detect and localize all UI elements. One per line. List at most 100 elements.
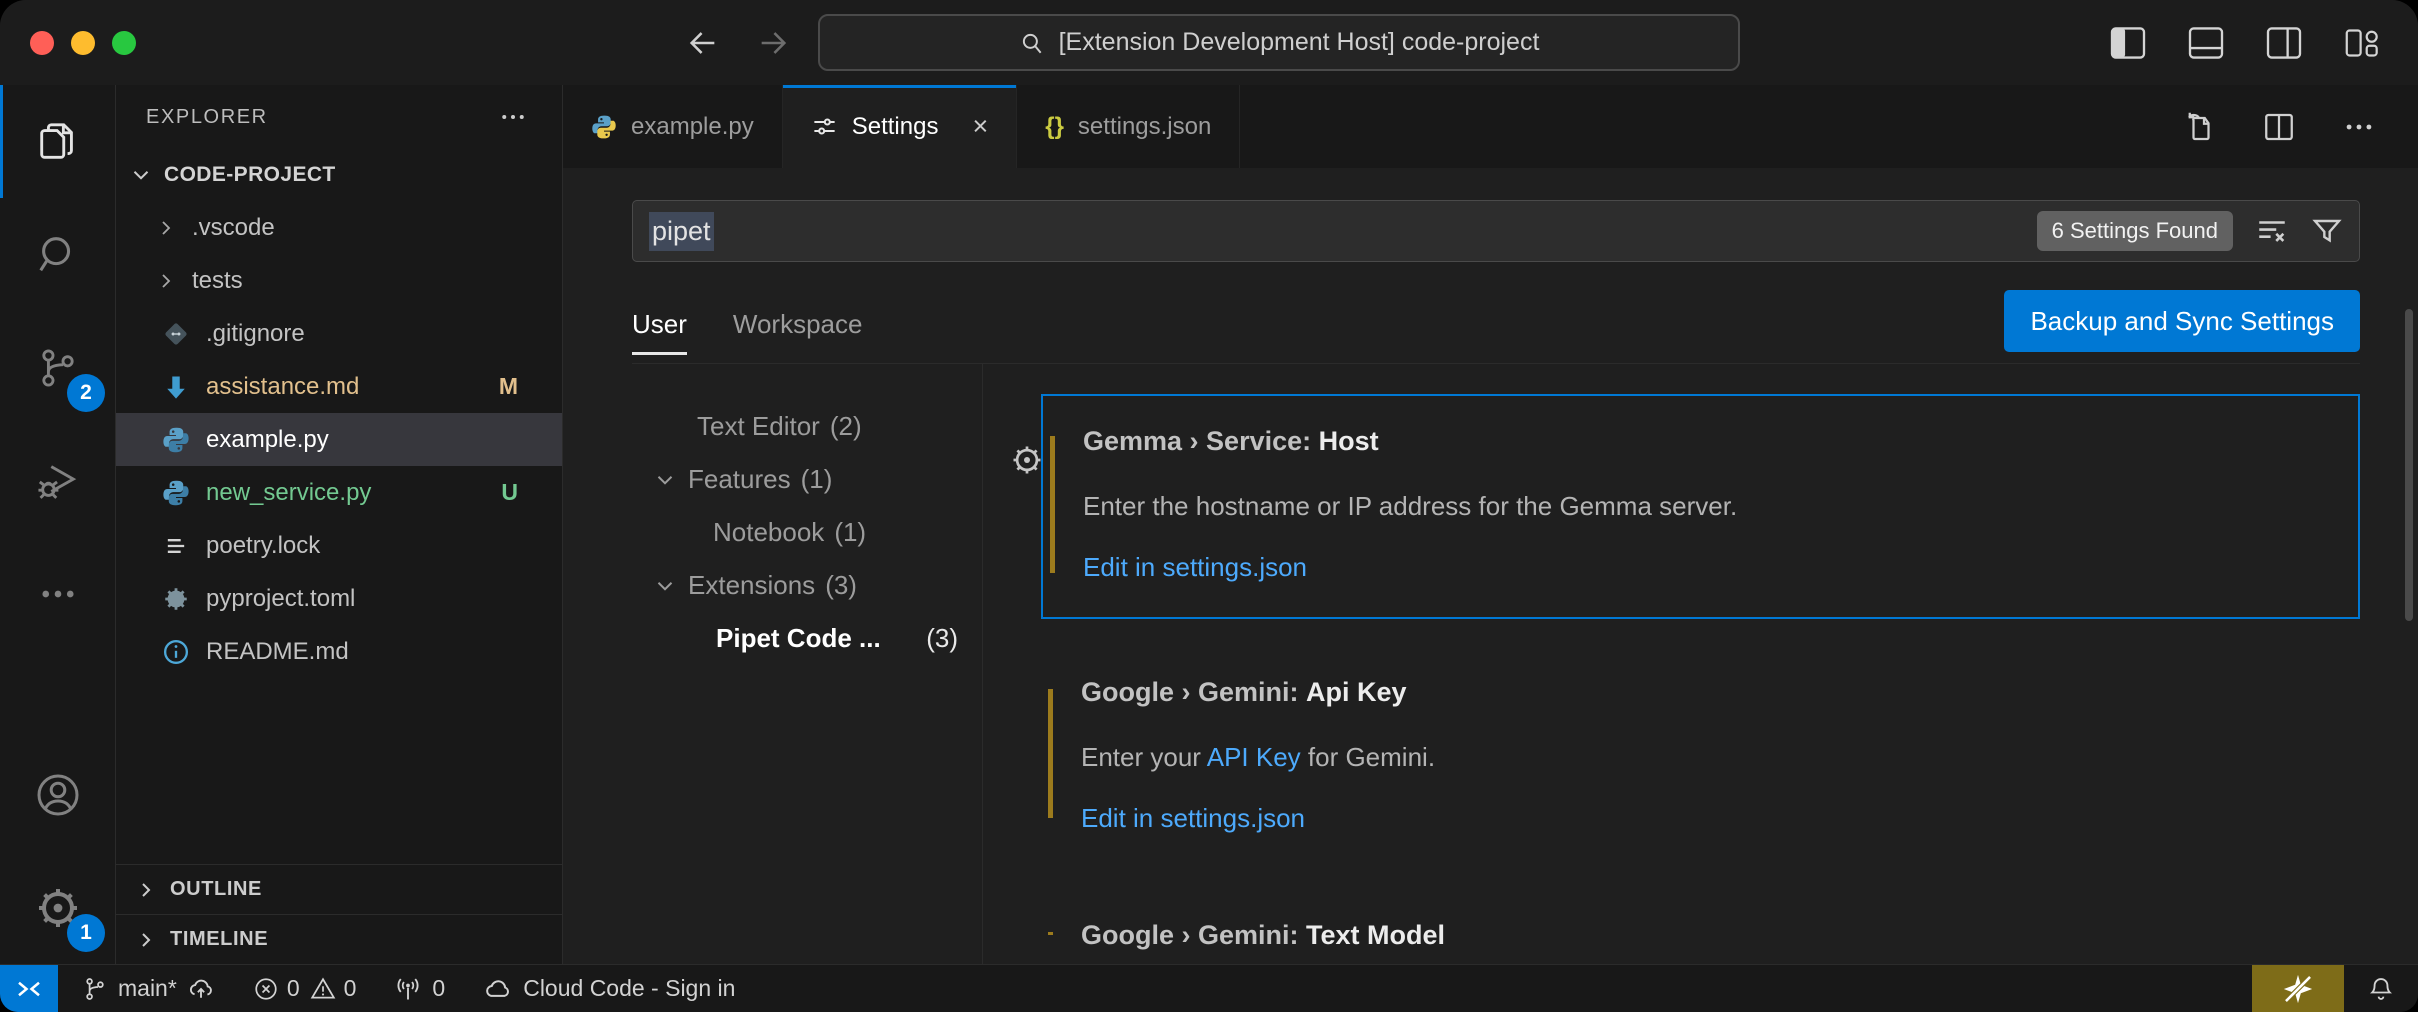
- close-window-button[interactable]: [30, 31, 54, 55]
- git-status-badge: M: [499, 373, 518, 400]
- branch-status-item[interactable]: main*: [82, 975, 215, 1003]
- settings-editor: pipet 6 Settings Found Use: [563, 168, 2418, 964]
- toc-features[interactable]: Features (1): [563, 453, 982, 506]
- json-icon: {}: [1045, 113, 1064, 141]
- search-query: pipet: [649, 212, 714, 251]
- edit-in-settings-json-link[interactable]: Edit in settings.json: [1083, 552, 2328, 583]
- activity-settings[interactable]: 1: [0, 851, 115, 964]
- settings-list: Gemma › Service: Host Enter the hostname…: [983, 364, 2418, 964]
- ai-disabled-status-item[interactable]: [2252, 965, 2344, 1012]
- tab-bar: example.py Settings × {} settings.json: [563, 85, 2418, 168]
- problems-status-item[interactable]: 0 0: [253, 975, 357, 1002]
- python-icon: [162, 479, 190, 507]
- settings-search-input[interactable]: pipet 6 Settings Found: [632, 200, 2360, 262]
- edit-in-settings-json-link[interactable]: Edit in settings.json: [1081, 803, 2330, 834]
- results-count-badge: 6 Settings Found: [2037, 211, 2233, 251]
- activity-search[interactable]: [0, 198, 115, 311]
- publish-changes-icon: [187, 975, 215, 1003]
- backup-sync-button[interactable]: Backup and Sync Settings: [2004, 290, 2360, 352]
- modified-indicator: [1048, 932, 1053, 935]
- explorer-title: EXPLORER: [146, 106, 268, 129]
- toc-extensions[interactable]: Extensions (3): [563, 559, 982, 612]
- traffic-lights: [30, 31, 136, 55]
- warnings-icon: [310, 976, 336, 1002]
- back-arrow-icon[interactable]: [686, 26, 720, 60]
- setting-gemini-api-key[interactable]: Google › Gemini: Api Key Enter your API …: [1041, 649, 2360, 862]
- forward-arrow-icon[interactable]: [756, 26, 790, 60]
- tree-item-new-service-py[interactable]: new_service.py U: [116, 466, 562, 519]
- scrollbar-thumb[interactable]: [2405, 309, 2413, 621]
- cloud-code-status-item[interactable]: Cloud Code - Sign in: [483, 974, 735, 1004]
- toc-text-editor[interactable]: Text Editor (2): [563, 400, 982, 453]
- toc-pipet-code[interactable]: Pipet Code ... (3): [563, 612, 982, 665]
- close-icon[interactable]: ×: [972, 111, 988, 142]
- timeline-section[interactable]: TIMELINE: [116, 914, 562, 964]
- editor-group: example.py Settings × {} settings.json: [563, 85, 2418, 964]
- toggle-primary-sidebar-icon[interactable]: [2110, 27, 2146, 59]
- api-key-link[interactable]: API Key: [1207, 742, 1301, 772]
- tree-item-assistance-md[interactable]: assistance.md M: [116, 360, 562, 413]
- toml-gear-icon: [162, 585, 190, 613]
- activity-account[interactable]: [0, 738, 115, 851]
- split-editor-icon[interactable]: [2262, 110, 2296, 144]
- settings-sliders-icon: [811, 113, 838, 140]
- more-actions-icon[interactable]: [2342, 110, 2376, 144]
- chevron-right-icon: [134, 928, 158, 952]
- setting-gemma-host[interactable]: Gemma › Service: Host Enter the hostname…: [1041, 394, 2360, 619]
- account-icon: [34, 771, 82, 819]
- filter-icon[interactable]: [2311, 215, 2343, 247]
- open-settings-json-icon[interactable]: [2180, 109, 2216, 145]
- setting-gemini-text-model[interactable]: Google › Gemini: Text Model: [1041, 892, 2360, 964]
- tree-item-readme-md[interactable]: README.md: [116, 625, 562, 678]
- errors-icon: [253, 976, 279, 1002]
- settings-badge: 1: [67, 914, 105, 952]
- lock-file-icon: [162, 532, 190, 560]
- cloud-icon: [483, 974, 513, 1004]
- toggle-secondary-sidebar-icon[interactable]: [2266, 27, 2302, 59]
- tab-example-py[interactable]: example.py: [563, 85, 783, 168]
- git-file-icon: [162, 320, 190, 348]
- git-branch-icon: [82, 976, 108, 1002]
- clear-search-icon[interactable]: [2255, 214, 2289, 248]
- debug-icon: [35, 458, 81, 504]
- explorer-more-icon[interactable]: [498, 102, 528, 132]
- tree-item-example-py[interactable]: example.py: [116, 413, 562, 466]
- chevron-down-icon: [652, 467, 678, 493]
- activity-run-debug[interactable]: [0, 424, 115, 537]
- activity-source-control[interactable]: 2: [0, 311, 115, 424]
- customize-layout-icon[interactable]: [2344, 27, 2380, 59]
- zoom-window-button[interactable]: [112, 31, 136, 55]
- activity-explorer[interactable]: [0, 85, 115, 198]
- chevron-down-icon: [128, 162, 154, 188]
- settings-toc: Text Editor (2) Features (1) Notebook: [563, 364, 983, 964]
- scope-user[interactable]: User: [632, 286, 687, 363]
- tree-item-vscode[interactable]: .vscode: [116, 201, 562, 254]
- explorer-root-folder[interactable]: CODE-PROJECT: [116, 149, 562, 201]
- outline-section[interactable]: OUTLINE: [116, 864, 562, 914]
- setting-gear-icon[interactable]: [1009, 442, 1045, 478]
- activity-bar: 2: [0, 85, 116, 964]
- ports-status-item[interactable]: 0: [394, 975, 445, 1003]
- sparkle-off-icon: [2281, 972, 2315, 1006]
- chevron-down-icon: [652, 573, 678, 599]
- toc-notebook[interactable]: Notebook (1): [563, 506, 982, 559]
- tree-item-poetry-lock[interactable]: poetry.lock: [116, 519, 562, 572]
- tab-settings-json[interactable]: {} settings.json: [1017, 85, 1240, 168]
- activity-more[interactable]: [0, 537, 115, 650]
- scope-workspace[interactable]: Workspace: [733, 286, 863, 363]
- toggle-panel-icon[interactable]: [2188, 27, 2224, 59]
- remote-indicator[interactable]: [0, 965, 58, 1012]
- tab-settings[interactable]: Settings ×: [783, 85, 1018, 168]
- status-bar: main* 0 0: [0, 964, 2418, 1012]
- minimize-window-button[interactable]: [71, 31, 95, 55]
- markdown-icon: [162, 373, 190, 401]
- tree-item-tests[interactable]: tests: [116, 254, 562, 307]
- git-status-badge: U: [501, 479, 518, 506]
- command-center[interactable]: [Extension Development Host] code-projec…: [818, 14, 1740, 71]
- files-icon: [35, 119, 81, 165]
- tab-label: settings.json: [1078, 113, 1211, 141]
- tree-item-gitignore[interactable]: .gitignore: [116, 307, 562, 360]
- notifications-status-item[interactable]: [2344, 965, 2418, 1012]
- modified-indicator: [1048, 689, 1053, 818]
- tree-item-pyproject-toml[interactable]: pyproject.toml: [116, 572, 562, 625]
